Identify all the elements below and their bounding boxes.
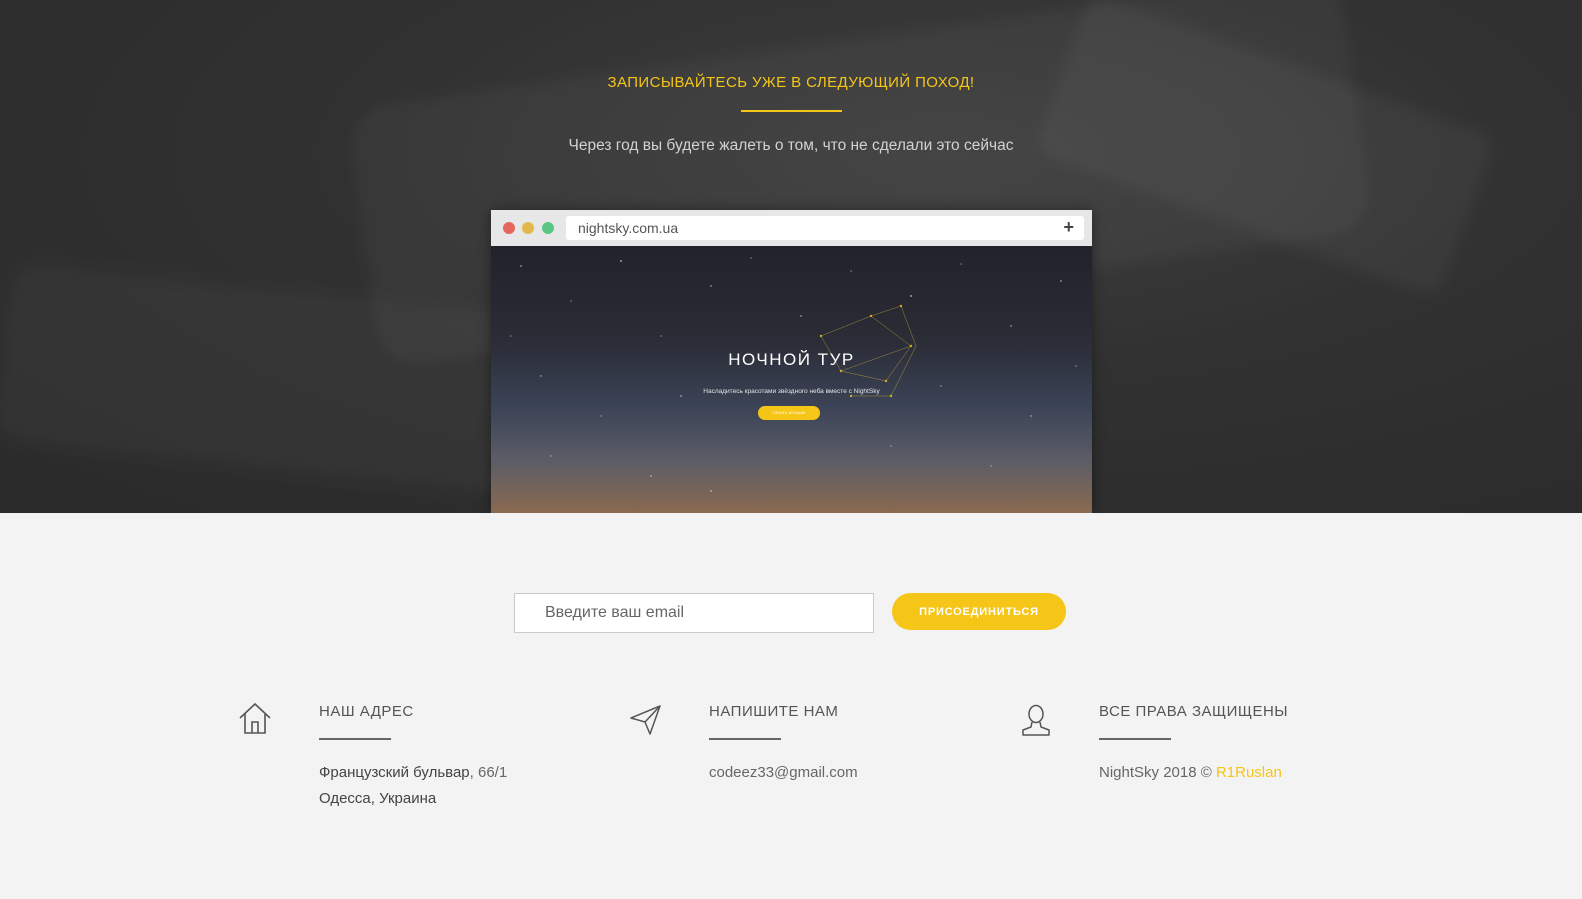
contact-underline bbox=[709, 738, 781, 740]
new-tab-icon: + bbox=[1063, 217, 1074, 237]
user-icon bbox=[1022, 704, 1050, 736]
address-street: Французский бульвар bbox=[319, 764, 470, 781]
author-link[interactable]: R1Ruslan bbox=[1216, 764, 1282, 781]
address-number: , 66/1 bbox=[469, 764, 508, 781]
browser-toolbar: nightsky.com.ua + bbox=[491, 210, 1092, 246]
copyright-text: NightSky 2018 © bbox=[1099, 764, 1216, 781]
address-city: Одесса, Украина bbox=[319, 790, 437, 807]
email-input[interactable] bbox=[514, 593, 874, 633]
preview-button: УЗНАТЬ БОЛЬШЕ bbox=[758, 406, 820, 420]
rights-text: NightSky 2018 © R1Ruslan bbox=[1099, 760, 1282, 786]
join-button[interactable]: ПРИСОЕДИНИТЬСЯ bbox=[892, 593, 1066, 630]
rights-underline bbox=[1099, 738, 1171, 740]
address-underline bbox=[319, 738, 391, 740]
address-bar-url: nightsky.com.ua bbox=[578, 220, 679, 236]
paper-plane-icon bbox=[630, 705, 661, 735]
contact-title: НАПИШИТЕ НАМ bbox=[709, 703, 839, 720]
contact-email[interactable]: codeez33@gmail.com bbox=[709, 760, 858, 786]
preview-subtitle: Насладитесь красотами звёздного неба вме… bbox=[703, 388, 880, 395]
hero-section: ЗАПИСЫВАЙТЕСЬ УЖЕ В СЛЕДУЮЩИЙ ПОХОД! Чер… bbox=[0, 0, 1582, 513]
home-icon bbox=[239, 702, 271, 734]
minimize-dot-icon bbox=[522, 222, 534, 234]
close-dot-icon bbox=[503, 222, 515, 234]
maximize-dot-icon bbox=[542, 222, 554, 234]
address-text: Французский бульвар, 66/1 Одесса, Украин… bbox=[319, 760, 507, 812]
hero-title: ЗАПИСЫВАЙТЕСЬ УЖЕ В СЛЕДУЮЩИЙ ПОХОД! bbox=[607, 74, 975, 91]
browser-mockup: nightsky.com.ua + НОЧНОЙ ТУР Насладитесь… bbox=[491, 210, 1092, 513]
address-bar: nightsky.com.ua + bbox=[566, 216, 1084, 240]
hero-subtitle: Через год вы будете жалеть о том, что не… bbox=[568, 137, 1014, 154]
preview-title: НОЧНОЙ ТУР bbox=[728, 350, 855, 369]
rights-title: ВСЕ ПРАВА ЗАЩИЩЕНЫ bbox=[1099, 703, 1289, 720]
starfield-graphic bbox=[510, 257, 1077, 492]
site-preview-image: НОЧНОЙ ТУР Насладитесь красотами звёздно… bbox=[491, 246, 1092, 513]
hero-title-underline bbox=[741, 110, 842, 112]
address-title: НАШ АДРЕС bbox=[319, 703, 414, 720]
